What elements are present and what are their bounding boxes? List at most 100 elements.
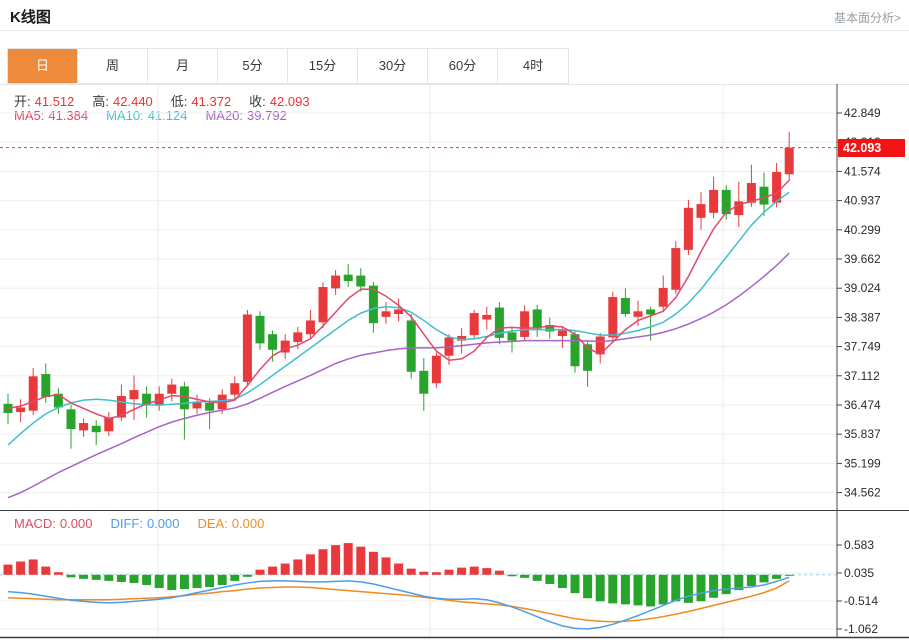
macd-bar [659, 575, 668, 605]
tab-month[interactable]: 月 [148, 49, 218, 83]
candle-body [508, 332, 517, 340]
macd-bar [520, 575, 529, 578]
candle-body [306, 320, 315, 334]
candle-body [571, 334, 580, 366]
macd-bar [470, 567, 479, 575]
candle-body [772, 172, 781, 203]
macd-bar [256, 570, 265, 575]
candle-body [92, 426, 101, 432]
macd-bar [407, 569, 416, 575]
candle-body [659, 288, 668, 307]
candles-layer [4, 132, 794, 449]
macd-axis-label: 0.583 [844, 538, 874, 552]
macd-bar [671, 575, 680, 602]
candle-body [482, 315, 491, 320]
tab-day[interactable]: 日 [8, 49, 78, 83]
candle-body [256, 316, 265, 343]
tab-5min[interactable]: 5分 [218, 49, 288, 83]
price-axis-label: 37.112 [844, 369, 880, 383]
macd-bar [155, 575, 164, 588]
candle-body [243, 314, 252, 381]
macd-bar [331, 545, 340, 575]
macd-bar [533, 575, 542, 581]
candle-body [205, 403, 214, 411]
macd-chart[interactable]: 0.5830.035-0.514-1.062 [0, 511, 909, 644]
tab-30min[interactable]: 30分 [358, 49, 428, 83]
macd-bar [67, 575, 76, 578]
tab-4hour[interactable]: 4时 [498, 49, 568, 83]
current-price-badge: 42.093 [838, 139, 905, 157]
macd-bar [457, 568, 466, 575]
macd-bar [785, 575, 794, 576]
candle-body [432, 356, 441, 383]
macd-bar [621, 575, 630, 605]
macd-gridlines [0, 511, 837, 637]
macd-bar [4, 565, 13, 575]
candle-body [671, 248, 680, 290]
macd-axis-label: 0.035 [844, 566, 874, 580]
tab-week[interactable]: 周 [78, 49, 148, 83]
macd-bar [419, 572, 428, 575]
price-axis-label: 39.662 [844, 252, 881, 266]
macd-bar [92, 575, 101, 580]
macd-bar [684, 575, 693, 603]
candle-body [558, 331, 567, 336]
tab-60min[interactable]: 60分 [428, 49, 498, 83]
macd-bar [634, 575, 643, 606]
macd-bar [218, 575, 227, 585]
price-axis-label: 40.937 [844, 194, 881, 208]
candle-body [697, 204, 706, 218]
macd-bar [104, 575, 113, 581]
macd-bar [29, 559, 38, 574]
macd-bar [356, 547, 365, 575]
price-axis-label: 42.849 [844, 106, 881, 120]
candle-body [344, 275, 353, 281]
tab-15min[interactable]: 15分 [288, 49, 358, 83]
header-divider [0, 30, 909, 31]
candle-body [16, 407, 25, 412]
main-candlestick-chart[interactable]: 42.84942.21241.57440.93740.29939.66239.0… [0, 84, 909, 511]
candle-body [634, 311, 643, 316]
price-axis-label: 37.749 [844, 340, 881, 354]
macd-bar [608, 575, 617, 604]
candle-body [760, 187, 769, 205]
macd-bar [319, 549, 328, 575]
macd-bar [697, 575, 706, 602]
macd-bar [281, 564, 290, 575]
macd-bar [41, 567, 50, 575]
macd-bar [558, 575, 567, 588]
macd-bar [142, 575, 151, 585]
macd-bar [167, 575, 176, 590]
fundamental-analysis-link[interactable]: 基本面分析> [834, 9, 901, 26]
candle-body [356, 276, 365, 287]
macd-bar [344, 543, 353, 575]
macd-bar [482, 568, 491, 575]
macd-bar [709, 575, 718, 598]
macd-bar [268, 567, 277, 575]
candle-body [268, 334, 277, 350]
price-axis-label: 35.199 [844, 456, 881, 470]
macd-bar [180, 575, 189, 589]
macd-bar [16, 561, 25, 574]
candle-body [621, 298, 630, 314]
macd-bar [495, 571, 504, 575]
macd-bar [130, 575, 139, 583]
macd-bar [382, 557, 391, 574]
candle-body [67, 409, 76, 429]
macd-bar [193, 575, 202, 588]
page-title: K线图 [10, 6, 51, 27]
macd-bar [545, 575, 554, 584]
candle-body [520, 311, 529, 337]
macd-bar [596, 575, 605, 602]
kline-widget: K线图 基本面分析> 日周月5分15分30分60分4时 开:41.512高:42… [0, 0, 909, 644]
candle-body [29, 376, 38, 410]
macd-bar [646, 575, 655, 607]
candle-body [319, 287, 328, 322]
candle-body [709, 190, 718, 213]
macd-bar [243, 575, 252, 577]
macd-bar [583, 575, 592, 598]
price-axis-label: 36.474 [844, 398, 881, 412]
candle-body [785, 148, 794, 175]
price-axis-label: 35.837 [844, 427, 881, 441]
macd-bar [306, 554, 315, 574]
